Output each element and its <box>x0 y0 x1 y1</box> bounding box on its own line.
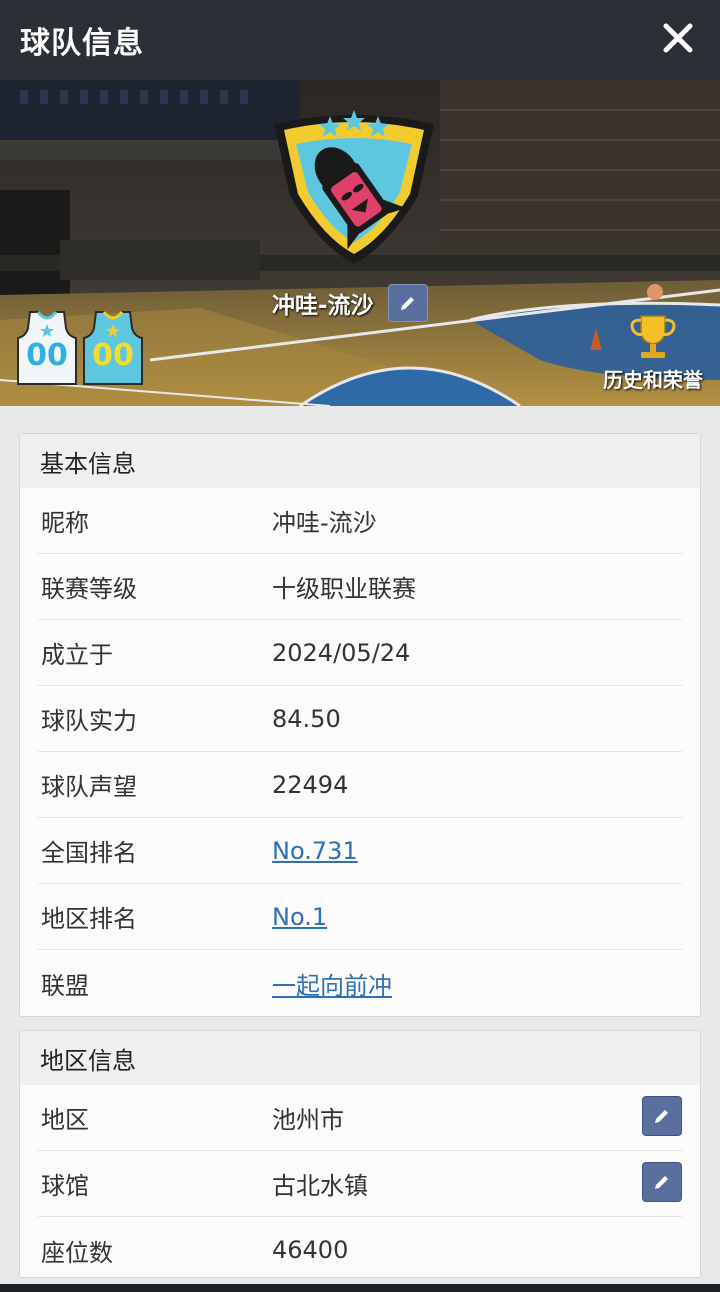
row-value: 池州市 <box>272 1106 344 1134</box>
info-row-reputation: 球队声望 22494 <box>38 752 682 818</box>
row-label: 全国排名 <box>41 839 137 867</box>
close-icon <box>663 23 693 53</box>
away-jersey[interactable]: 00 <box>82 310 144 386</box>
pencil-icon <box>655 1110 668 1123</box>
info-row-region: 地区 池州市 <box>38 1085 682 1151</box>
history-honor-label: 历史和荣誉 <box>603 368 703 392</box>
team-name: 冲哇-流沙 <box>272 293 374 319</box>
row-value: 22494 <box>272 770 349 799</box>
away-jersey-number: 00 <box>92 338 134 373</box>
region-info-title: 地区信息 <box>20 1031 700 1085</box>
trophy-icon <box>630 315 676 358</box>
row-label: 地区 <box>41 1106 89 1134</box>
info-row-founded: 成立于 2024/05/24 <box>38 620 682 686</box>
row-label: 成立于 <box>41 641 113 669</box>
close-button[interactable] <box>658 14 698 62</box>
info-row-arena: 球馆 古北水镇 <box>38 1151 682 1217</box>
basic-info-title: 基本信息 <box>20 434 700 488</box>
info-row-team-strength: 球队实力 84.50 <box>38 686 682 752</box>
info-row-league-level: 联赛等级 十级职业联赛 <box>38 554 682 620</box>
row-label: 座位数 <box>41 1238 113 1267</box>
national-rank-link[interactable]: No.731 <box>272 837 358 865</box>
info-row-nickname: 昵称 冲哇-流沙 <box>38 488 682 554</box>
info-row-regional-rank: 地区排名 No.1 <box>38 884 682 950</box>
team-banner: 冲哇-流沙 00 00 历史和荣誉 <box>0 80 720 406</box>
region-info-card: 地区信息 地区 池州市 球馆 古北水镇 座位数 46400 <box>19 1030 701 1278</box>
row-value: 2024/05/24 <box>272 638 411 667</box>
row-label: 球馆 <box>41 1172 89 1200</box>
alliance-link[interactable]: 一起向前冲 <box>272 966 392 1001</box>
row-value: 84.50 <box>272 704 341 733</box>
edit-arena-button[interactable] <box>642 1162 682 1202</box>
history-honor-button[interactable]: 历史和荣誉 <box>594 312 712 394</box>
row-value: 十级职业联赛 <box>272 575 416 603</box>
row-label: 地区排名 <box>41 905 137 933</box>
top-bar: 球队信息 <box>0 0 720 80</box>
page-title: 球队信息 <box>20 26 144 61</box>
pencil-icon <box>400 297 414 310</box>
row-label: 联赛等级 <box>41 575 137 603</box>
info-row-seats: 座位数 46400 <box>38 1217 682 1277</box>
row-value: 46400 <box>272 1236 349 1264</box>
team-name-row: 冲哇-流沙 <box>272 284 428 322</box>
edit-team-name-button[interactable] <box>387 284 428 322</box>
edit-region-button[interactable] <box>642 1096 682 1136</box>
info-row-alliance: 联盟 一起向前冲 <box>38 950 682 1016</box>
row-label: 球队实力 <box>41 707 137 735</box>
home-jersey[interactable]: 00 <box>16 310 78 386</box>
row-value: 古北水镇 <box>272 1172 368 1200</box>
home-jersey-number: 00 <box>26 338 68 373</box>
info-row-national-rank: 全国排名 No.731 <box>38 818 682 884</box>
team-emblem <box>274 110 434 264</box>
row-label: 联盟 <box>41 971 89 1000</box>
regional-rank-link[interactable]: No.1 <box>272 903 327 931</box>
row-label: 昵称 <box>41 509 89 537</box>
pencil-icon <box>655 1176 668 1189</box>
basic-info-card: 基本信息 昵称 冲哇-流沙 联赛等级 十级职业联赛 成立于 2024/05/24… <box>19 433 701 1017</box>
row-value: 冲哇-流沙 <box>272 509 377 537</box>
bottom-edge <box>0 1284 720 1292</box>
row-label: 球队声望 <box>41 773 137 801</box>
